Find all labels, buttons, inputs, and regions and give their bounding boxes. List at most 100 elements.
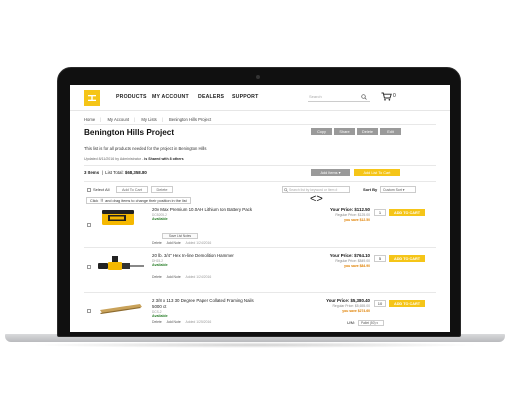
save-notes-button[interactable]: Save List Notes <box>162 233 198 239</box>
price-block: Your Price: $764.10 Regular Price: $849.… <box>304 253 370 269</box>
divider <box>84 292 436 293</box>
uom-value: Pallet (50) <box>361 321 376 325</box>
add-note-link[interactable]: Add Note <box>167 275 181 279</box>
item-links: Delete Add Note Added 1/24/2016 <box>152 275 215 279</box>
battery-pack-image[interactable] <box>96 207 146 229</box>
toolbar-delete-button[interactable]: Delete <box>151 186 173 193</box>
list-total-value: $68,358.80 <box>124 170 147 175</box>
logo-mark-icon <box>88 95 96 101</box>
list-summary: 3 Items | List Total: $68,358.80 <box>84 170 147 175</box>
item-info: 20 lb. 3/4" Hex In-line Demolition Hamme… <box>152 253 262 268</box>
item-name[interactable]: 20v Max Premium 10.0AH Lithium Ion Batte… <box>152 207 262 213</box>
laptop-lid: PRODUCTS MY ACCOUNT DEALERS SUPPORT Sear… <box>57 67 461 337</box>
sort-select[interactable]: Custom Sort ▾ <box>380 186 416 193</box>
add-items-button[interactable]: Add Items ▾ <box>311 169 350 176</box>
availability-status: Available <box>152 217 168 222</box>
drag-tip: Click ⠿ and drag items to change their p… <box>86 197 191 204</box>
select-all[interactable]: Select All <box>87 187 109 192</box>
drag-tip-text: and drag items to change their position … <box>105 198 187 203</box>
breadcrumb: Home | My Account | My Lists | Benington Hi… <box>84 117 216 122</box>
sort-value: Custom Sort <box>383 187 402 192</box>
added-date: Added 1/25/2016 <box>185 320 212 324</box>
share-button[interactable]: Share <box>334 128 355 135</box>
screen: PRODUCTS MY ACCOUNT DEALERS SUPPORT Sear… <box>70 85 450 332</box>
search-icon[interactable] <box>361 94 367 100</box>
you-save: you save $84.90 <box>344 264 370 269</box>
nav-dealers[interactable]: DEALERS <box>198 94 224 100</box>
list-description: This list is for all products needed for… <box>84 146 207 151</box>
items-count: 3 Items <box>84 170 100 175</box>
brand-logo[interactable] <box>84 90 100 106</box>
list-actions: Copy Share Delete Edit <box>311 128 401 135</box>
uom-label: U/M: <box>347 321 356 325</box>
breadcrumb-home[interactable]: Home <box>84 117 95 122</box>
quantity-input[interactable]: 5 <box>374 255 386 262</box>
add-list-to-cart-button[interactable]: Add List To Cart <box>354 169 400 176</box>
item-checkbox[interactable] <box>87 265 91 269</box>
nav-my-account[interactable]: MY ACCOUNT <box>152 94 189 100</box>
availability-status: Available <box>152 263 168 268</box>
add-note-link[interactable]: Add Note <box>167 320 181 324</box>
list-search-input[interactable]: Search list by keyword or Item # <box>282 186 350 193</box>
drag-handle-icon: ⠿ <box>100 198 104 203</box>
framing-nails-image[interactable] <box>96 298 146 318</box>
cart-icon[interactable] <box>381 92 392 101</box>
list-toolbar: Select All Add To Cart Delete Search lis… <box>84 184 436 196</box>
uom-select[interactable]: Pallet (50) ▾ <box>358 320 385 326</box>
list-meta: Updated 8/11/2016 by Administrator - is … <box>84 157 184 161</box>
unit-of-measure: U/M: Pallet (50) ▾ <box>347 320 385 326</box>
nav-products[interactable]: PRODUCTS <box>116 94 147 100</box>
quantity-input[interactable]: 1 <box>374 209 386 216</box>
breadcrumb-sep: | <box>100 117 102 122</box>
availability-status: Available <box>152 314 168 319</box>
breadcrumb-my-lists[interactable]: My Lists <box>141 117 156 122</box>
item-checkbox[interactable] <box>87 309 91 313</box>
delete-link[interactable]: Delete <box>152 320 162 324</box>
page-title: Benington Hills Project <box>84 128 175 137</box>
add-note-link[interactable]: Add Note <box>167 241 181 245</box>
nav-support[interactable]: SUPPORT <box>232 94 258 100</box>
site-header: PRODUCTS MY ACCOUNT DEALERS SUPPORT Sear… <box>70 85 450 111</box>
item-name[interactable]: 2 3/8 x 113 30 Degree Paper Collated Fra… <box>152 298 262 310</box>
breadcrumb-sep: | <box>161 117 163 122</box>
divider <box>84 247 436 248</box>
sort-by-label: Sort By <box>363 187 378 192</box>
quantity-input[interactable]: 10 <box>374 300 386 307</box>
add-to-cart-button[interactable]: ADD TO CART <box>389 209 425 216</box>
divider <box>84 181 436 182</box>
item-info: 2 3/8 x 113 30 Degree Paper Collated Fra… <box>152 298 262 319</box>
copy-button[interactable]: Copy <box>311 128 332 135</box>
laptop-shadow <box>30 342 480 348</box>
resize-arrows-icon: <> <box>310 193 323 205</box>
search-icon <box>284 188 288 192</box>
breadcrumb-sep: | <box>134 117 136 122</box>
item-links: Delete Add Note Added 1/24/2016 <box>152 241 215 245</box>
breadcrumb-current: Benington Hills Project <box>168 117 212 122</box>
shared-text[interactable]: is Shared with 8 others <box>144 157 183 161</box>
select-all-checkbox[interactable] <box>87 187 91 192</box>
delete-link[interactable]: Delete <box>152 241 162 245</box>
you-save: you save $274.60 <box>342 309 370 314</box>
delete-link[interactable]: Delete <box>152 275 162 279</box>
toolbar-add-to-cart-button[interactable]: Add To Cart <box>116 186 148 193</box>
added-date: Added 1/24/2016 <box>185 275 212 279</box>
breadcrumb-my-account[interactable]: My Account <box>107 117 129 122</box>
delete-list-button[interactable]: Delete <box>357 128 378 135</box>
list-total-label: List Total: <box>105 170 124 175</box>
added-date: Added 1/24/2016 <box>185 241 212 245</box>
item-checkbox[interactable] <box>87 223 91 227</box>
updated-text: Updated 8/11/2016 by Administrator <box>84 157 142 161</box>
cart-count: 0 <box>393 93 396 99</box>
add-to-cart-button[interactable]: ADD TO CART <box>389 255 425 262</box>
add-items-label: Add Items <box>320 170 338 175</box>
divider <box>84 124 436 125</box>
demolition-hammer-image[interactable] <box>96 253 146 277</box>
price-block: Your Price: $5,380.40 Regular Price: $5,… <box>304 298 370 314</box>
add-to-cart-button[interactable]: ADD TO CART <box>389 300 425 307</box>
item-info: 20v Max Premium 10.0AH Lithium Ion Batte… <box>152 207 262 222</box>
camera <box>256 75 260 79</box>
divider <box>84 165 436 166</box>
edit-button[interactable]: Edit <box>380 128 401 135</box>
drag-tip-prefix: Click <box>90 198 99 203</box>
laptop-mockup: PRODUCTS MY ACCOUNT DEALERS SUPPORT Sear… <box>0 0 510 400</box>
